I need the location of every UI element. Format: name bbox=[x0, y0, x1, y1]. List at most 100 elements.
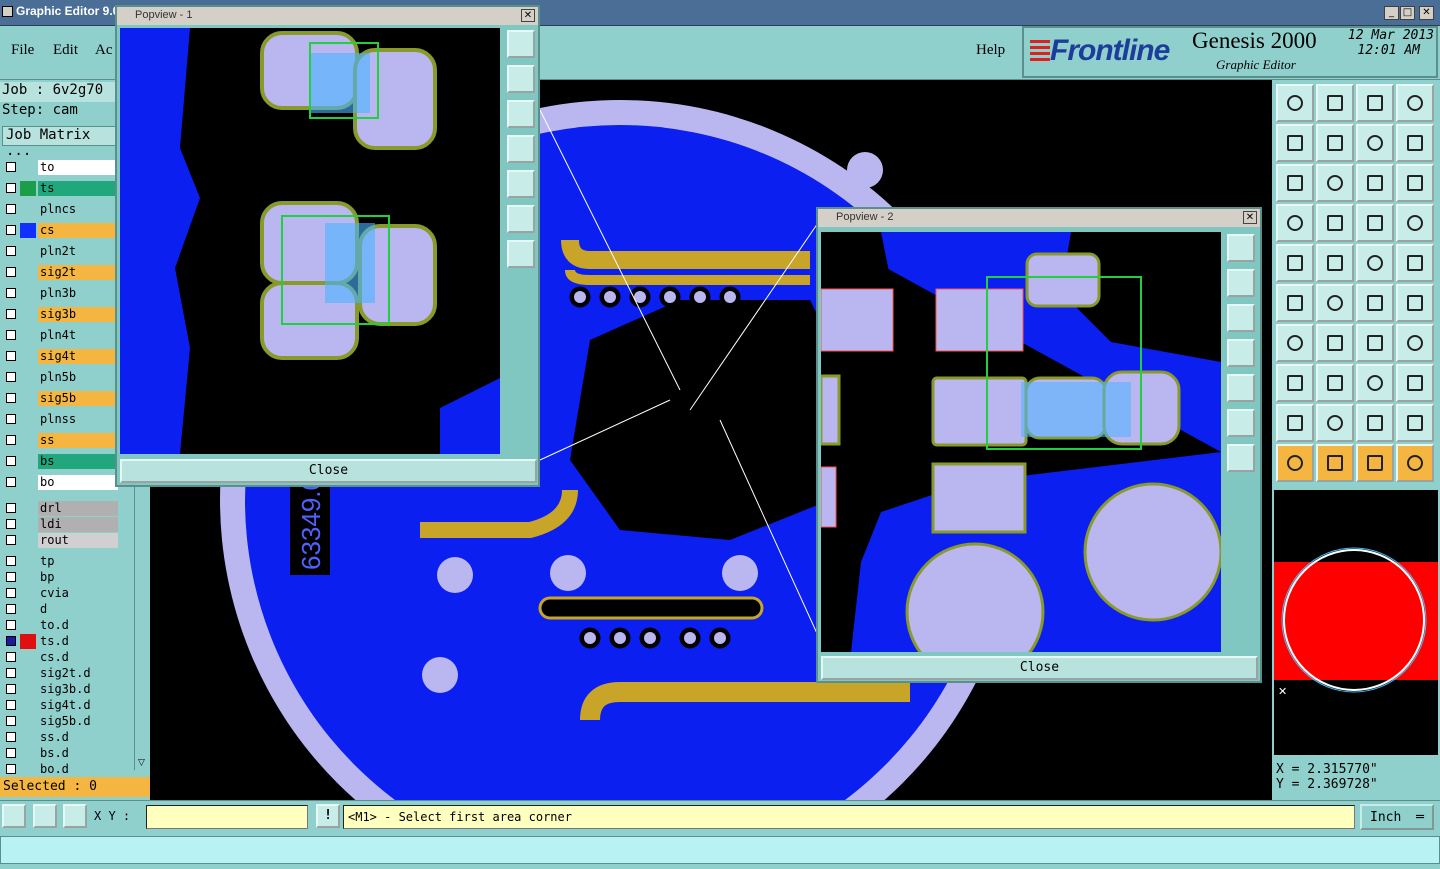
layer-checkbox[interactable] bbox=[6, 684, 16, 694]
popview-tool-icon[interactable] bbox=[1227, 304, 1255, 332]
layer-row[interactable]: bs.d bbox=[2, 746, 118, 761]
layer-row[interactable]: sig5b.d bbox=[2, 714, 118, 729]
layer-checkbox[interactable] bbox=[6, 636, 16, 646]
popview-tool-icon[interactable] bbox=[507, 135, 535, 163]
arch-icon[interactable] bbox=[1356, 404, 1394, 442]
net-icon[interactable] bbox=[1356, 284, 1394, 322]
layer-checkbox[interactable] bbox=[6, 748, 16, 758]
pad-group-icon[interactable] bbox=[1396, 364, 1434, 402]
layer-row[interactable]: cs bbox=[2, 223, 118, 239]
pointer-circle-icon[interactable] bbox=[1356, 444, 1394, 482]
layers-blue-icon[interactable] bbox=[1396, 204, 1434, 242]
xy-input[interactable] bbox=[146, 805, 308, 829]
popview-tool-icon[interactable] bbox=[1227, 444, 1255, 472]
menu-file[interactable]: File bbox=[11, 42, 34, 59]
popview-2-close-icon[interactable]: ✕ bbox=[1243, 211, 1257, 224]
layer-row[interactable]: bs bbox=[2, 454, 118, 470]
layer-checkbox[interactable] bbox=[6, 162, 16, 172]
pointer-frame-icon[interactable] bbox=[1316, 444, 1354, 482]
layer-checkbox[interactable] bbox=[6, 519, 16, 529]
slash-icon[interactable] bbox=[1316, 324, 1354, 362]
bottom-icon[interactable] bbox=[1316, 84, 1354, 122]
layer-checkbox[interactable] bbox=[6, 700, 16, 710]
layer-row[interactable]: bp bbox=[2, 570, 118, 585]
layer-checkbox[interactable] bbox=[6, 477, 16, 487]
popview-tool-icon[interactable] bbox=[507, 170, 535, 198]
mirror-icon[interactable] bbox=[1356, 124, 1394, 162]
layer-checkbox[interactable] bbox=[6, 351, 16, 361]
layer-checkbox[interactable] bbox=[6, 456, 16, 466]
right-icon[interactable] bbox=[1316, 124, 1354, 162]
layers-red-icon[interactable] bbox=[1356, 204, 1394, 242]
layer-checkbox[interactable] bbox=[6, 503, 16, 513]
layer-row[interactable]: tp bbox=[2, 554, 118, 569]
minus-icon[interactable] bbox=[1316, 364, 1354, 402]
resize-icon[interactable] bbox=[2, 804, 26, 828]
grid-snap-icon[interactable] bbox=[63, 804, 87, 828]
layer-checkbox[interactable] bbox=[6, 330, 16, 340]
popview-1-close-button[interactable]: Close bbox=[120, 459, 537, 483]
menu-edit[interactable]: Edit bbox=[53, 42, 78, 59]
popview-tool-icon[interactable] bbox=[507, 30, 535, 58]
popview-tool-icon[interactable] bbox=[1227, 269, 1255, 297]
layer-row[interactable]: pln2t bbox=[2, 244, 118, 260]
popview-tool-icon[interactable] bbox=[1227, 374, 1255, 402]
layer-row[interactable]: cs.d bbox=[2, 650, 118, 665]
layer-checkbox[interactable] bbox=[6, 556, 16, 566]
layer-checkbox[interactable] bbox=[6, 535, 16, 545]
popview-1-view[interactable] bbox=[120, 28, 500, 454]
popview-1-close-icon[interactable]: ✕ bbox=[521, 9, 535, 22]
help-icon[interactable] bbox=[1396, 164, 1434, 202]
layer-row[interactable]: to.d bbox=[2, 618, 118, 633]
layer-row[interactable]: pln4t bbox=[2, 328, 118, 344]
layer-row[interactable]: d bbox=[2, 602, 118, 617]
layer-checkbox[interactable] bbox=[6, 572, 16, 582]
home-icon[interactable] bbox=[1356, 84, 1394, 122]
popview-tool-icon[interactable] bbox=[507, 100, 535, 128]
menu-help[interactable]: Help bbox=[976, 42, 1005, 59]
triangle-icon[interactable] bbox=[1276, 404, 1314, 442]
scroll-down-icon[interactable]: ▽ bbox=[135, 758, 148, 770]
scale-1to1-icon[interactable] bbox=[1356, 164, 1394, 202]
arc-icon[interactable] bbox=[1356, 324, 1394, 362]
pad-icon[interactable] bbox=[1276, 364, 1314, 402]
layer-checkbox[interactable] bbox=[6, 435, 16, 445]
layer-checkbox[interactable] bbox=[6, 668, 16, 678]
layer-row[interactable]: sig2t bbox=[2, 265, 118, 281]
circle-icon[interactable] bbox=[1396, 244, 1434, 282]
layer-checkbox[interactable] bbox=[6, 652, 16, 662]
popview-tool-icon[interactable] bbox=[507, 65, 535, 93]
pen-icon[interactable] bbox=[1276, 204, 1314, 242]
popview-tool-icon[interactable] bbox=[1227, 339, 1255, 367]
connect-icon[interactable] bbox=[1276, 284, 1314, 322]
net-blue-icon[interactable] bbox=[1396, 284, 1434, 322]
layer-checkbox[interactable] bbox=[6, 588, 16, 598]
layer-checkbox[interactable] bbox=[6, 267, 16, 277]
draw-icon[interactable] bbox=[33, 804, 57, 828]
layer-row[interactable]: ts bbox=[2, 181, 118, 197]
layer-row[interactable]: cvia bbox=[2, 586, 118, 601]
layer-row[interactable]: ts.d bbox=[2, 634, 118, 649]
top-icon[interactable] bbox=[1276, 84, 1314, 122]
layer-checkbox[interactable] bbox=[6, 225, 16, 235]
popview-2-view[interactable] bbox=[821, 232, 1221, 652]
layer-row[interactable]: rout bbox=[2, 533, 118, 548]
left-icon[interactable] bbox=[1276, 124, 1314, 162]
layer-checkbox[interactable] bbox=[6, 246, 16, 256]
layer-row[interactable]: sig2t.d bbox=[2, 666, 118, 681]
fit-center-icon[interactable] bbox=[1316, 164, 1354, 202]
layer-row[interactable]: ss.d bbox=[2, 730, 118, 745]
snap-icon[interactable] bbox=[1356, 364, 1394, 402]
layer-checkbox[interactable] bbox=[6, 183, 16, 193]
layer-checkbox[interactable] bbox=[6, 716, 16, 726]
menu-actions[interactable]: Ac bbox=[95, 42, 113, 59]
dot-select-icon[interactable] bbox=[1276, 244, 1314, 282]
layer-row[interactable]: plncs bbox=[2, 202, 118, 218]
cross-icon[interactable] bbox=[1316, 284, 1354, 322]
ff-icon[interactable] bbox=[1396, 324, 1434, 362]
zoom-box-icon[interactable] bbox=[1396, 84, 1434, 122]
layer-row[interactable]: plnss bbox=[2, 412, 118, 428]
layer-row[interactable]: sig3b.d bbox=[2, 682, 118, 697]
pointer-icon[interactable] bbox=[1276, 444, 1314, 482]
maximize-button[interactable]: □ bbox=[1400, 6, 1415, 20]
